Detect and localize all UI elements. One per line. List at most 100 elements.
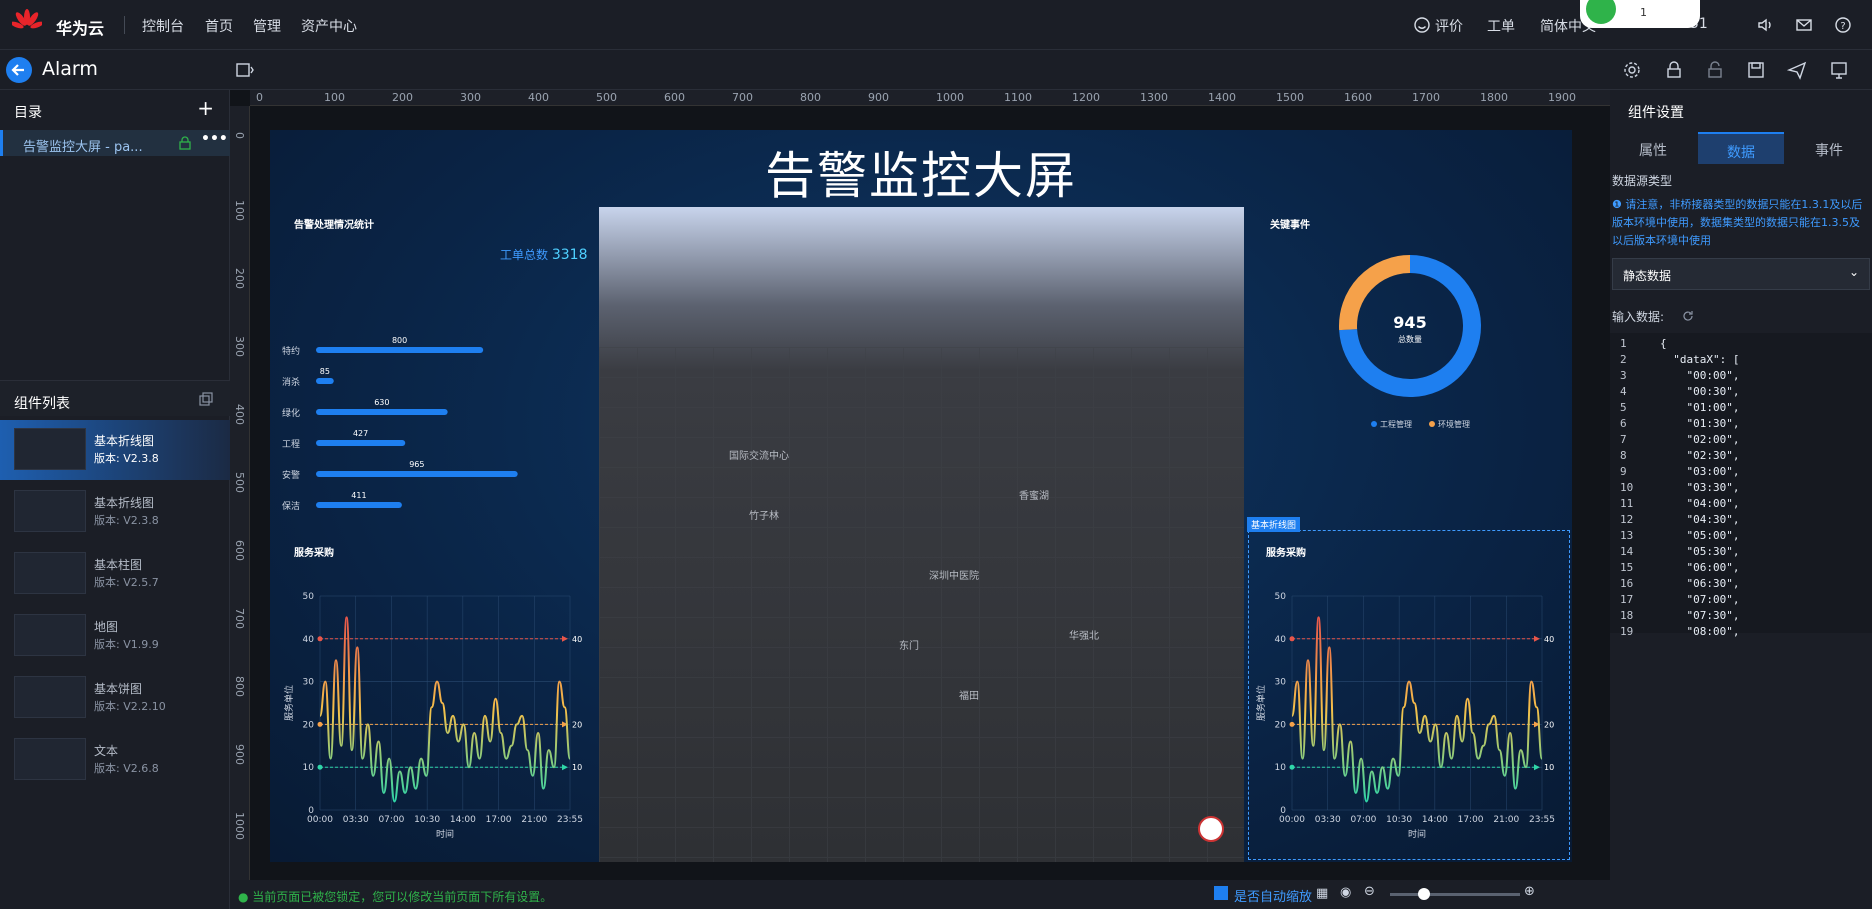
code-text: {: [1660, 337, 1667, 350]
code-line: 10 "03:30",: [1610, 481, 1872, 497]
save-icon[interactable]: [1746, 60, 1766, 80]
directory-item-alarm-screen[interactable]: 告警监控大屏 - pa... •••: [0, 130, 230, 156]
ruler-tick-h: 1300: [1140, 91, 1168, 104]
nav-home[interactable]: 首页: [205, 16, 233, 36]
bar-value-label: 85: [320, 367, 330, 376]
source-type-select[interactable]: 静态数据 ⌄: [1612, 258, 1870, 290]
y-tick-label: 30: [1275, 678, 1287, 688]
auto-zoom-checkbox[interactable]: [1214, 886, 1228, 900]
ruler-tick-h: 1600: [1344, 91, 1372, 104]
bar-value-label: 800: [392, 336, 407, 345]
ruler-tick-h: 1900: [1548, 91, 1576, 104]
selected-component-label: 基本折线图: [1247, 517, 1301, 532]
line-chart-right[interactable]: 0102030405000:00 03:30 07:00 10:30 14:00 17:0…: [1252, 560, 1562, 860]
component-item[interactable]: 地图 版本: V1.9.9: [0, 606, 230, 666]
code-editor[interactable]: 1{2 "dataX": [3 "00:00", 4 "00:30", 5 "01:…: [1610, 333, 1872, 638]
ruler-tick-h: 100: [324, 91, 345, 104]
code-text: "04:30",: [1660, 513, 1740, 526]
publish-icon[interactable]: [1787, 60, 1807, 80]
horizontal-ruler: 0 100 200 300 400 500 600 700 800 900 1000 1100 1200…: [250, 90, 1610, 106]
lock-icon[interactable]: [178, 136, 192, 150]
add-page-button[interactable]: +: [197, 96, 214, 120]
feedback-link[interactable]: 评价: [1435, 16, 1463, 36]
donut-chart[interactable]: 945 总数量工程管理 环境管理: [1310, 240, 1510, 440]
code-text: "04:00",: [1660, 497, 1740, 510]
component-item[interactable]: 基本柱图 版本: V2.5.7: [0, 544, 230, 604]
code-text: "02:00",: [1660, 433, 1740, 446]
bar-value-label: 411: [351, 491, 366, 500]
x-tick-label: 10:30: [414, 815, 440, 825]
component-name: 基本折线图: [94, 496, 155, 510]
unlock-icon[interactable]: [1705, 60, 1725, 80]
dashboard-screen[interactable]: 告警监控大屏 告警处理情况统计 工单总数 3318 工单总数特约800消杀85绿…: [270, 130, 1572, 862]
tab-data[interactable]: 数据: [1698, 132, 1784, 164]
mark-line-value: 40: [1544, 635, 1554, 644]
line-number: 15: [1620, 561, 1634, 574]
zoom-out-icon[interactable]: ⊖: [1364, 884, 1375, 899]
ruler-tick-v: 900: [233, 744, 246, 765]
auto-zoom-label: 是否自动缩放: [1234, 890, 1313, 905]
map-label: 竹子林: [749, 511, 779, 522]
ticket-link[interactable]: 工单: [1487, 16, 1515, 36]
bar-category-label: 安警: [282, 469, 300, 481]
help-icon[interactable]: ?: [1834, 16, 1852, 34]
x-tick-label: 03:30: [1315, 815, 1341, 825]
zoom-in-icon[interactable]: ⊕: [1524, 884, 1535, 899]
compass-icon[interactable]: [1198, 816, 1224, 842]
code-line: 16 "06:30",: [1610, 577, 1872, 593]
gear-icon[interactable]: [1622, 60, 1642, 80]
mark-line-start: [1289, 636, 1295, 642]
zoom-slider[interactable]: [1390, 888, 1520, 900]
layers-icon[interactable]: [198, 391, 214, 407]
x-tick-label: 21:00: [521, 815, 547, 825]
props-title: 组件设置: [1628, 105, 1684, 121]
more-options-icon[interactable]: •••: [201, 131, 228, 147]
component-item[interactable]: 基本饼图 版本: V2.2.10: [0, 668, 230, 728]
nav-manage[interactable]: 管理: [253, 16, 281, 36]
map-label: 福田: [959, 691, 979, 702]
ruler-tick-h: 1400: [1208, 91, 1236, 104]
panel-toggle-icon[interactable]: [234, 60, 254, 80]
mark-line-start: [317, 764, 323, 770]
speaker-icon[interactable]: [1756, 16, 1774, 34]
page-title: Alarm: [42, 58, 98, 80]
line-chart-left[interactable]: 0102030405000:00 03:30 07:00 10:30 14:00 17:0…: [280, 560, 590, 860]
lock-icon[interactable]: [1664, 60, 1684, 80]
ruler-tick-h: 800: [800, 91, 821, 104]
huawei-logo: [12, 9, 42, 29]
component-thumbnail: [14, 490, 86, 532]
ruler-tick-v: 200: [233, 268, 246, 289]
grid-icon[interactable]: ▦: [1316, 886, 1328, 901]
code-text: "01:30",: [1660, 417, 1740, 430]
donut-center-label: 总数量: [1398, 334, 1422, 344]
code-line: 4 "00:30",: [1610, 385, 1872, 401]
back-button[interactable]: [6, 57, 32, 83]
code-line: 8 "02:30",: [1610, 449, 1872, 465]
zoom-slider-handle[interactable]: [1418, 888, 1430, 900]
eye-icon[interactable]: ◉: [1340, 885, 1351, 900]
component-item[interactable]: 基本折线图 版本: V2.3.8: [0, 420, 230, 480]
smile-icon[interactable]: [1413, 16, 1431, 34]
nav-assets[interactable]: 资产中心: [301, 16, 357, 36]
x-tick-label: 00:00: [307, 815, 333, 825]
x-tick-label: 17:00: [486, 815, 512, 825]
notice-text: ❶ 请注意，非桥接器类型的数据只能在1.3.1及以后版本环境中使用，数据集类型的…: [1612, 196, 1870, 250]
ruler-tick-h: 900: [868, 91, 889, 104]
code-line: 7 "02:00",: [1610, 433, 1872, 449]
tab-properties[interactable]: 属性: [1610, 132, 1696, 164]
mark-line-value: 20: [1544, 720, 1554, 729]
nav-console[interactable]: 控制台: [142, 16, 184, 36]
screen-title: 告警监控大屏: [765, 147, 1077, 205]
refresh-icon[interactable]: [1682, 310, 1694, 322]
y-tick-label: 50: [303, 592, 315, 602]
tab-events[interactable]: 事件: [1786, 132, 1872, 164]
component-item[interactable]: 基本折线图 版本: V2.3.8: [0, 482, 230, 542]
preview-icon[interactable]: [1829, 60, 1849, 80]
component-item[interactable]: 文本 版本: V2.6.8: [0, 730, 230, 790]
ruler-tick-v: 0: [233, 132, 246, 139]
y-tick-label: 30: [303, 678, 315, 688]
bar-chart[interactable]: 工单总数特约800消杀85绿化630工程427安警965保洁41105001,0…: [280, 260, 600, 510]
mail-icon[interactable]: [1795, 16, 1813, 34]
legend-dot: [1429, 421, 1435, 427]
city-map[interactable]: 东门 华强北 深圳中医院 香蜜湖 福田 国际交流中心 竹子林: [599, 207, 1244, 862]
